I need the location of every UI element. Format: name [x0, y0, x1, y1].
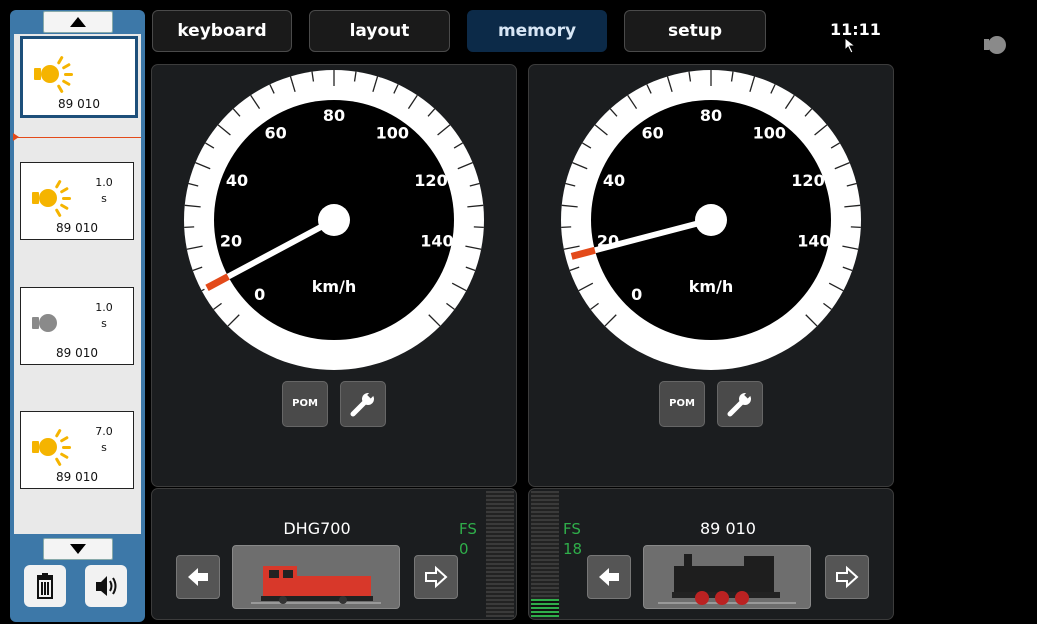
speedometer-panel-left: 0 20 40 60 80 100 120 140 km/h POM	[151, 64, 517, 487]
light-on-icon	[31, 55, 73, 94]
up-arrow-icon	[70, 17, 86, 27]
loco-name: 89 010	[700, 519, 756, 538]
arrow-right-outline-icon	[425, 565, 448, 589]
pom-button[interactable]: POM	[659, 381, 705, 427]
delete-button[interactable]	[24, 565, 66, 607]
fs-label: FS	[459, 520, 477, 538]
scroll-up-button[interactable]	[43, 11, 113, 33]
sequence-step[interactable]: 89 010	[20, 36, 138, 118]
loco-panel-right: FS 18 89 010	[528, 488, 894, 620]
gauge-tick-label: 40	[226, 171, 248, 190]
gauge-tick-label: 100	[376, 124, 409, 143]
step-loco-name: 89 010	[56, 470, 98, 484]
tab-memory[interactable]: memory	[467, 10, 607, 52]
gauge-tick-label: 140	[797, 231, 830, 250]
next-loco-button[interactable]	[825, 555, 869, 599]
light-on-icon	[29, 428, 71, 467]
prev-loco-button[interactable]	[176, 555, 220, 599]
light-off-icon	[984, 36, 1006, 54]
pom-button[interactable]: POM	[282, 381, 328, 427]
tab-keyboard[interactable]: keyboard	[152, 10, 292, 52]
gauge-tick-label: 60	[265, 124, 287, 143]
step-duration: 7.0 s	[95, 425, 113, 454]
gauge-tick-label: 80	[323, 106, 345, 125]
step-loco-name: 89 010	[56, 346, 98, 360]
light-on-icon	[29, 179, 71, 218]
gauge-tick-label: 80	[700, 106, 722, 125]
speed-level-bar	[531, 491, 559, 617]
gauge-tick-label: 0	[631, 285, 642, 304]
mouse-cursor-icon	[844, 36, 857, 54]
speedometer-gauge[interactable]: 020406080100120140km/h	[561, 70, 861, 370]
speed-level-bar	[486, 491, 514, 617]
sound-button[interactable]	[85, 565, 127, 607]
tab-layout[interactable]: layout	[309, 10, 450, 52]
down-arrow-icon	[70, 544, 86, 554]
gauge-tick-label: 140	[420, 231, 453, 250]
gauge-tick-label: 20	[220, 231, 242, 250]
gauge-unit: km/h	[689, 277, 734, 296]
arrow-left-icon	[188, 568, 208, 586]
playback-position-marker	[13, 133, 19, 141]
trash-icon	[37, 573, 53, 599]
tab-setup[interactable]: setup	[624, 10, 766, 52]
gauge-hub	[318, 204, 350, 236]
fs-value: 0	[459, 540, 469, 558]
sequence-step[interactable]: 1.0 s 89 010	[20, 162, 134, 240]
gauge-tick-label: 100	[753, 124, 786, 143]
gauge-tick-label: 0	[254, 285, 265, 304]
step-duration: 1.0 s	[95, 301, 113, 330]
fs-label: FS	[563, 520, 581, 538]
loco-image[interactable]	[232, 545, 400, 609]
speedometer-gauge[interactable]: 0 20 40 60 80 100 120 140 km/h	[184, 70, 484, 370]
speedometer-panel-right: 0 20 40 60 80 100 120 140 km/h POM	[528, 64, 894, 487]
steam-loco-image	[658, 554, 796, 605]
light-off-icon	[29, 304, 69, 340]
gauge-tick-label: 60	[642, 124, 664, 143]
sequence-step[interactable]: 1.0 s 89 010	[20, 287, 134, 365]
settings-button[interactable]	[340, 381, 386, 427]
step-loco-name: 89 010	[56, 221, 98, 235]
wrench-icon	[727, 391, 752, 417]
prev-loco-button[interactable]	[587, 555, 631, 599]
arrow-right-outline-icon	[836, 565, 859, 589]
scroll-down-button[interactable]	[43, 538, 113, 560]
step-duration: 1.0 s	[95, 176, 113, 205]
speed-level-fill	[531, 599, 559, 617]
gauge-tick-label: 120	[414, 171, 447, 190]
gauge-tick-label: 40	[603, 171, 625, 190]
step-loco-name: 89 010	[58, 97, 100, 111]
settings-button[interactable]	[717, 381, 763, 427]
wrench-icon	[350, 391, 375, 417]
gauge-unit: km/h	[312, 277, 357, 296]
arrow-left-icon	[599, 568, 619, 586]
loco-panel-left: DHG700 FS 0	[151, 488, 517, 620]
speaker-icon	[96, 576, 117, 596]
gauge-tick-label: 120	[791, 171, 824, 190]
gauge-hub	[695, 204, 727, 236]
diesel-loco-image	[251, 566, 381, 604]
loco-image[interactable]	[643, 545, 811, 609]
playback-position-line	[14, 137, 141, 138]
sequence-list[interactable]: 89 010 1.0 s 89 010 1.0 s 89 010 7.0 s 89 0…	[14, 34, 141, 534]
sequence-step[interactable]: 7.0 s 89 010	[20, 411, 134, 489]
next-loco-button[interactable]	[414, 555, 458, 599]
fs-value: 18	[563, 540, 583, 558]
loco-name: DHG700	[283, 519, 351, 538]
